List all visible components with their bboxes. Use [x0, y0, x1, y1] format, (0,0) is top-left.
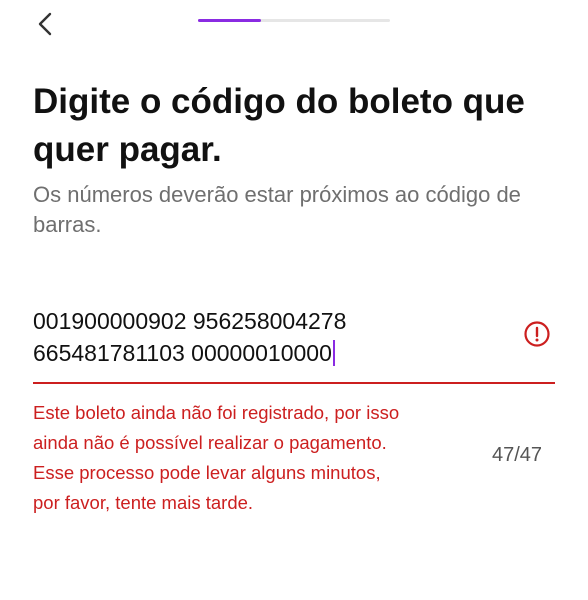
text-caret: [332, 340, 335, 366]
error-message-line: por favor, tente mais tarde.: [33, 492, 254, 513]
page-title: Digite o código do boleto que quer pagar…: [33, 82, 525, 169]
error-message: Este boleto ainda não foi registrado, po…: [33, 398, 473, 518]
progress-bar: [198, 19, 390, 22]
character-counter: 47/47: [492, 444, 543, 466]
error-message-line: ainda não é possível realizar o pagament…: [33, 432, 387, 453]
error-message-line: Este boleto ainda não foi registrado, po…: [33, 402, 400, 423]
field-underline: [33, 382, 555, 384]
progress-fill: [198, 19, 262, 22]
boleto-code-input[interactable]: 001900000902 956258004278 665481781103 0…: [33, 305, 493, 369]
boleto-code-value: 001900000902 956258004278 665481781103 0…: [33, 308, 347, 366]
page-subtitle: Os números deverão estar próximos ao cód…: [33, 182, 521, 237]
alert-circle-icon: [523, 320, 551, 348]
chevron-left-icon: [38, 12, 52, 36]
error-message-line: Esse processo pode levar alguns minutos,: [33, 462, 381, 483]
back-button[interactable]: [28, 6, 64, 42]
boleto-code-field[interactable]: 001900000902 956258004278 665481781103 0…: [33, 305, 555, 385]
